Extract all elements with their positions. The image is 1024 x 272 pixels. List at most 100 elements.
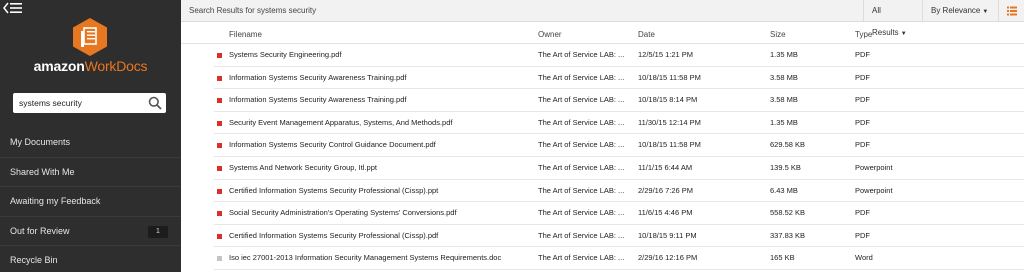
file-type: PDF — [855, 50, 870, 59]
sidebar-item-label: Shared With Me — [10, 166, 75, 177]
file-date: 10/18/15 11:58 PM — [638, 140, 701, 150]
sidebar-item-out-for-review[interactable]: Out for Review 1 — [0, 217, 181, 246]
results-table: Systems Security Engineering.pdf The Art… — [214, 44, 1024, 270]
table-row[interactable]: Certified Information Systems Security P… — [214, 180, 1024, 203]
file-date: 10/18/15 9:11 PM — [638, 230, 697, 240]
file-name[interactable]: Information Systems Security Control Gui… — [229, 134, 529, 156]
workdocs-logo: amazonWorkDocs — [0, 18, 181, 80]
file-owner: The Art of Service LAB: ... — [538, 95, 625, 105]
file-type: Word — [855, 253, 873, 263]
file-type: PDF — [855, 140, 870, 150]
filter-dropdown[interactable]: All Results ▼ — [863, 0, 922, 37]
file-date: 12/5/15 1:21 PM — [638, 50, 694, 59]
sidebar-item-label: Recycle Bin — [10, 255, 58, 265]
file-owner: The Art of Service LAB: ... — [538, 208, 625, 218]
pdf-icon — [217, 143, 222, 149]
collapse-menu-icon[interactable] — [3, 2, 25, 16]
file-type: PDF — [855, 230, 870, 240]
file-type: PDF — [855, 208, 870, 218]
file-size: 3.58 MB — [770, 72, 798, 82]
file-size: 6.43 MB — [770, 185, 798, 195]
file-owner: The Art of Service LAB: ... — [538, 162, 625, 172]
search-icon[interactable] — [148, 96, 162, 110]
file-date: 11/6/15 4:46 PM — [638, 208, 693, 218]
sidebar-item-shared-with-me[interactable]: Shared With Me — [0, 158, 181, 187]
file-size: 337.83 KB — [770, 230, 806, 240]
search-box — [13, 93, 166, 113]
count-badge: 1 — [148, 225, 168, 238]
file-owner: The Art of Service LAB: ... — [538, 117, 625, 127]
file-size: 139.5 KB — [770, 162, 801, 172]
ppt-icon — [217, 165, 222, 171]
file-date: 10/18/15 8:14 PM — [638, 95, 698, 105]
sidebar-item-label: Awaiting my Feedback — [10, 196, 101, 206]
list-view-button[interactable] — [998, 0, 1024, 22]
sidebar: amazonWorkDocs My Documents Shared With … — [0, 0, 181, 272]
file-size: 1.35 MB — [770, 50, 798, 59]
file-date: 10/18/15 11:58 PM — [638, 72, 701, 82]
table-row[interactable]: Security Event Management Apparatus, Sys… — [214, 112, 1024, 135]
pdf-icon — [217, 211, 222, 217]
doc-icon — [217, 256, 222, 262]
logo-wordmark: amazonWorkDocs — [0, 58, 181, 74]
file-date: 2/29/16 7:26 PM — [638, 185, 694, 195]
file-size: 629.58 KB — [770, 140, 806, 150]
file-name[interactable]: Security Event Management Apparatus, Sys… — [229, 112, 529, 134]
file-size: 1.35 MB — [770, 117, 798, 127]
file-size: 165 KB — [770, 253, 795, 263]
file-name[interactable]: Information Systems Security Awareness T… — [229, 89, 529, 111]
file-name[interactable]: Iso iec 27001-2013 Information Security … — [229, 247, 529, 269]
sidebar-item-label: Out for Review — [10, 225, 70, 236]
file-name[interactable]: Certified Information Systems Security P… — [229, 225, 529, 247]
file-name[interactable]: Information Systems Security Awareness T… — [229, 67, 529, 89]
file-type: Powerpoint — [855, 162, 893, 172]
table-row[interactable]: Systems Security Engineering.pdf The Art… — [214, 44, 1024, 67]
table-row[interactable]: Certified Information Systems Security P… — [214, 225, 1024, 248]
sidebar-item-awaiting-feedback[interactable]: Awaiting my Feedback — [0, 187, 181, 217]
table-row[interactable]: Information Systems Security Control Gui… — [214, 134, 1024, 157]
table-row[interactable]: Iso iec 27001-2013 Information Security … — [214, 247, 1024, 270]
file-date: 2/29/16 12:16 PM — [638, 253, 698, 263]
file-type: PDF — [855, 95, 870, 105]
pdf-icon — [217, 120, 222, 126]
sidebar-item-label: My Documents — [10, 137, 71, 147]
file-date: 11/1/15 6:44 AM — [638, 162, 693, 172]
file-owner: The Art of Service LAB: ... — [538, 185, 625, 195]
sort-dropdown[interactable]: By Relevance ▼ — [922, 0, 998, 22]
page-title: Search Results for systems security — [189, 6, 317, 15]
table-header: Filename Owner Date Size Type — [181, 23, 1024, 44]
caret-down-icon: ▼ — [982, 9, 989, 15]
logo-brand: amazon — [33, 58, 85, 74]
file-owner: The Art of Service LAB: ... — [538, 253, 625, 263]
file-name[interactable]: Social Security Administration's Operati… — [229, 202, 529, 224]
file-owner: The Art of Service LAB: ... — [538, 50, 625, 59]
file-owner: The Art of Service LAB: ... — [538, 230, 625, 240]
workdocs-logo-icon — [73, 18, 107, 56]
sidebar-item-recycle-bin[interactable]: Recycle Bin — [0, 246, 181, 272]
sort-label: By Relevance — [931, 6, 981, 15]
table-row[interactable]: Information Systems Security Awareness T… — [214, 89, 1024, 112]
file-name[interactable]: Systems Security Engineering.pdf — [229, 44, 529, 66]
file-type: PDF — [855, 117, 870, 127]
table-row[interactable]: Social Security Administration's Operati… — [214, 202, 1024, 225]
file-owner: The Art of Service LAB: ... — [538, 140, 625, 150]
pdf-icon — [217, 233, 222, 239]
pdf-icon — [217, 75, 222, 81]
file-owner: The Art of Service LAB: ... — [538, 72, 625, 82]
list-view-icon — [1007, 6, 1017, 16]
sidebar-item-my-documents[interactable]: My Documents — [0, 128, 181, 158]
ppt-icon — [217, 188, 222, 194]
table-row[interactable]: Information Systems Security Awareness T… — [214, 67, 1024, 90]
file-name[interactable]: Certified Information Systems Security P… — [229, 180, 529, 202]
file-name[interactable]: Systems And Network Security Group, Itl.… — [229, 157, 529, 179]
table-row[interactable]: Systems And Network Security Group, Itl.… — [214, 157, 1024, 180]
pdf-icon — [217, 98, 222, 104]
file-type: Powerpoint — [855, 185, 893, 195]
file-date: 11/30/15 12:14 PM — [638, 117, 701, 127]
file-type: PDF — [855, 72, 870, 82]
file-size: 3.58 MB — [770, 95, 798, 105]
logo-product: WorkDocs — [84, 58, 148, 74]
pdf-icon — [217, 53, 222, 58]
search-input[interactable] — [13, 93, 143, 113]
results-toolbar: Search Results for systems security All … — [181, 0, 1024, 37]
